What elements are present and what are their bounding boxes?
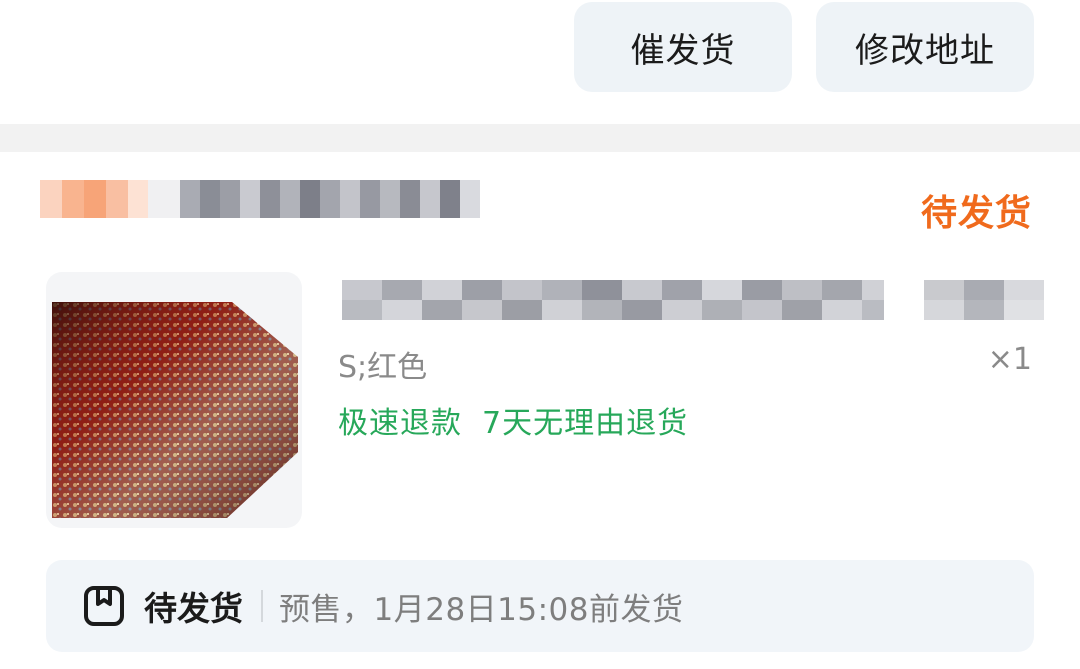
order-page: 催发货 修改地址 待发货 S;红色 ×1 极速退款 7天无理由退货 待发货 预售…: [0, 0, 1080, 669]
store-header[interactable]: 待发货: [0, 152, 1080, 262]
tag-fast-refund: 极速退款: [338, 406, 462, 441]
service-tags: 极速退款 7天无理由退货: [338, 398, 688, 442]
section-divider: [0, 124, 1080, 152]
product-thumbnail[interactable]: [46, 272, 302, 528]
product-quantity: ×1: [987, 342, 1032, 377]
product-title-redacted: [338, 270, 1048, 320]
urge-shipping-button[interactable]: 催发货: [574, 2, 792, 92]
order-actions-bar: 催发货 修改地址: [0, 0, 1080, 124]
shipping-deadline: 预售，1月28日15:08前发货: [279, 591, 684, 628]
modify-address-button[interactable]: 修改地址: [816, 2, 1034, 92]
shipping-status: 待发货: [144, 589, 243, 628]
product-item[interactable]: S;红色 ×1 极速退款 7天无理由退货: [0, 262, 1080, 542]
package-icon: [84, 586, 124, 626]
product-sku: S;红色: [338, 350, 428, 385]
product-photo-icon: [52, 302, 298, 518]
shipping-info-bar[interactable]: 待发货 预售，1月28日15:08前发货: [46, 560, 1034, 652]
store-name-redacted: [40, 180, 484, 218]
order-status-label: 待发货: [920, 193, 1032, 234]
tag-7-day-return: 7天无理由退货: [482, 406, 689, 441]
shipping-divider: [261, 590, 263, 622]
